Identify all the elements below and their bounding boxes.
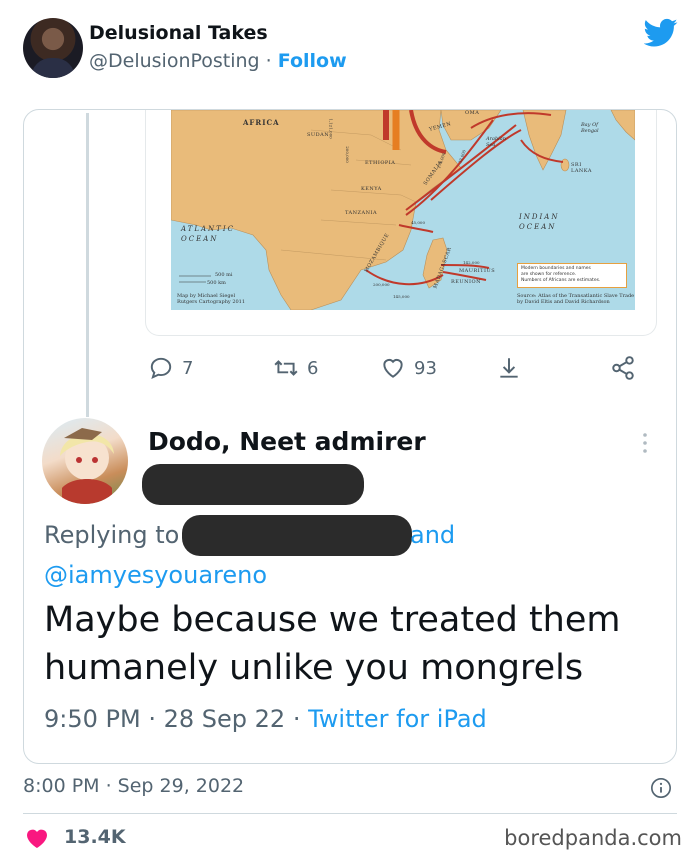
label-atlantic-ocean: ATLANTIC OCEAN <box>181 225 235 243</box>
quoted-tweet-actions: 7 6 93 <box>148 352 648 384</box>
label-mauritius: MAURITIUS <box>459 268 496 274</box>
map-credit: Map by Michael Siegel Rutgers Cartograph… <box>177 293 246 305</box>
flow-label: 45,000 <box>411 220 425 225</box>
reply-date[interactable]: 28 Sep 22 <box>164 705 286 733</box>
handle-row: @DelusionPosting · Follow <box>89 50 347 72</box>
retweet-button[interactable]: 6 <box>273 352 318 384</box>
redacted-handle <box>142 464 364 505</box>
like-count-quoted: 93 <box>414 357 437 379</box>
replying-to-label: Replying to <box>44 521 180 549</box>
replying-handle-link[interactable]: @iamyesyouareno <box>44 561 267 589</box>
southeast-asia-land <box>610 110 635 141</box>
info-icon[interactable] <box>650 777 672 799</box>
more-options-icon[interactable] <box>640 430 650 456</box>
watermark: boredpanda.com <box>504 826 682 850</box>
meta-separator: · <box>148 705 164 733</box>
avatar[interactable] <box>23 18 83 78</box>
share-button[interactable] <box>496 352 530 384</box>
flow-label: 200,000 <box>373 282 390 287</box>
footer-divider <box>23 813 677 814</box>
redacted-mention <box>182 515 412 556</box>
flow-label: 1,121,000 <box>328 118 334 139</box>
reply-text: Maybe because we treated them humanely u… <box>44 600 621 688</box>
reply-source-link[interactable]: Twitter for iPad <box>308 705 487 733</box>
media-frame[interactable]: AFRICA SUDAN YEMEN OMA ETHIOPIA SOMALIA … <box>145 110 657 336</box>
anime-avatar-image <box>60 428 114 504</box>
share-icon <box>500 358 518 378</box>
follow-button[interactable]: Follow <box>278 50 347 72</box>
slave-trade-map: AFRICA SUDAN YEMEN OMA ETHIOPIA SOMALIA … <box>171 110 635 310</box>
label-africa: AFRICA <box>243 118 280 127</box>
label-kenya: KENYA <box>361 186 382 192</box>
label-bay-of-bengal: Bay Of Bengal <box>581 122 599 134</box>
flow-label: 200,000 <box>344 146 350 163</box>
reply-time[interactable]: 9:50 PM <box>44 705 141 733</box>
label-scale-km: 500 km <box>207 280 226 286</box>
reply-icon <box>150 357 172 379</box>
display-name[interactable]: Delusional Takes <box>89 22 268 44</box>
label-sudan: SUDAN <box>307 132 330 138</box>
reply-count: 7 <box>182 357 194 379</box>
flow-label: 145,000 <box>393 294 410 299</box>
reply-meta: 9:50 PM · 28 Sep 22 · Twitter for iPad <box>44 705 487 733</box>
flow-label: 142,000 <box>463 260 480 265</box>
map-legend: Modern boundaries and names are shown fo… <box>517 263 627 288</box>
retweet-icon <box>274 360 298 376</box>
retweet-count: 6 <box>307 357 319 379</box>
share-network-icon <box>612 356 634 380</box>
avatar-shirt <box>31 58 75 78</box>
meta-separator: · <box>292 705 309 733</box>
label-tanzania: TANZANIA <box>345 210 378 216</box>
reply-button[interactable]: 7 <box>148 352 193 384</box>
label-ethiopia: ETHIOPIA <box>365 160 396 166</box>
heart-outline-icon <box>383 358 403 378</box>
replying-and[interactable]: and <box>410 521 455 549</box>
outer-like-count[interactable]: 13.4K <box>64 826 126 848</box>
label-indian-ocean: INDIAN OCEAN <box>519 213 560 231</box>
reply-display-name[interactable]: Dodo, Neet admirer <box>148 427 426 456</box>
like-button[interactable]: 93 <box>380 352 437 384</box>
sri-lanka-land <box>560 158 570 172</box>
twitter-bird-icon[interactable] <box>644 18 678 48</box>
label-scale-mi: 500 mi <box>215 272 233 278</box>
share-network-button[interactable] <box>610 352 644 384</box>
reply-avatar[interactable] <box>42 418 128 504</box>
map-legend-text: Modern boundaries and names are shown fo… <box>521 266 601 283</box>
outer-tweet-header: Delusional Takes @DelusionPosting · Foll… <box>0 0 700 100</box>
label-sri-lanka: SRI LANKA <box>571 162 592 174</box>
thread-line <box>86 113 89 417</box>
map-source: Source: Atlas of the Transatlantic Slave… <box>517 293 635 305</box>
outer-timestamp[interactable]: 8:00 PM · Sep 29, 2022 <box>23 775 244 797</box>
heart-icon[interactable] <box>25 827 49 849</box>
separator: · <box>265 50 272 72</box>
label-arabian-sea: Arabian Sea <box>486 136 506 148</box>
handle[interactable]: @DelusionPosting <box>89 50 260 72</box>
label-reunion: REUNION <box>451 279 481 285</box>
label-oman: OMA <box>465 110 480 116</box>
